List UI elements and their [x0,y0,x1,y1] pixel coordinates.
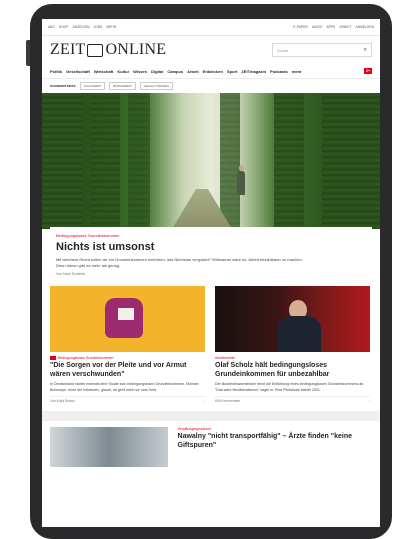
nav-item-arbeit[interactable]: Arbeit [187,69,199,74]
zeit-online-logo[interactable]: ZEIT ONLINE [50,41,166,59]
tag-chip[interactable]: Bürgerrat [109,82,136,90]
hero-image[interactable] [42,93,380,229]
tablet-frame: Abo Shop Anzeigen Jobs Mehr E-Paper Audi… [30,4,392,539]
card-kicker: Bedingungsloses Grundeinkommen [50,356,205,360]
toplink-anmelden[interactable]: Anmelden [355,25,374,29]
nav-item-mehr[interactable]: mehr [292,69,302,74]
gardener-figure [237,171,245,195]
card-byline: Von Kolja Rudzio [50,399,76,403]
search-placeholder: Suche [277,47,289,53]
top-service-bar: Abo Shop Anzeigen Jobs Mehr E-Paper Audi… [42,19,380,36]
teaser-cards: Bedingungsloses Grundeinkommen "Die Sorg… [42,280,380,403]
tablet-side-button [26,40,30,66]
hero-teaser: Mit welchem Recht sollen wir ein Grundei… [56,257,303,268]
hero-kicker: Bedingungsloses Grundeinkommen [56,233,120,238]
card-teaser: In Deutschland startet erstmals eine Stu… [50,382,199,392]
nav-item-campus[interactable]: Campus [167,69,183,74]
top-right-links: E-Paper Audio Apps Arbeit Anmelden [293,25,374,29]
nav-item-sport[interactable]: Sport [227,69,237,74]
toplink-audio[interactable]: Audio [312,25,323,29]
logo-text-online: ONLINE [105,41,167,58]
toplink-mehr[interactable]: Mehr [106,25,116,29]
browser-screen: Abo Shop Anzeigen Jobs Mehr E-Paper Audi… [42,19,380,527]
zplus-badge[interactable]: Z+ [363,68,372,74]
toplink-arbeit[interactable]: Arbeit [339,25,351,29]
comments-count[interactable]: 608 Kommentare [215,399,240,403]
teaser-card[interactable]: Bedingungsloses Grundeinkommen "Die Sorg… [50,286,205,403]
hedge-right-far [322,93,380,229]
teaser-card[interactable]: Arbeitsmarkt Olaf Scholz hält bedingungs… [215,286,370,403]
card-meta: Von Kolja Rudzio ▫ [50,396,205,403]
nav-item-entdecken[interactable]: Entdecken [203,69,223,74]
tag-chip[interactable]: Gehalt prüfen [139,82,173,90]
toplink-abo[interactable]: Abo [48,25,55,29]
card-image-illustration[interactable] [50,286,205,352]
crest-icon [87,43,104,57]
nav-item-wissen[interactable]: Wissen [133,69,147,74]
top-left-links: Abo Shop Anzeigen Jobs Mehr [48,25,116,29]
hedge-left-near [128,93,150,229]
zplus-icon [50,356,56,360]
card-image-photo[interactable] [215,286,370,352]
card-kicker: Arbeitsmarkt [215,356,370,360]
hedge-center [220,93,240,229]
search-input[interactable]: Suche ⌕ [272,43,372,57]
nav-item-zeitmagazin[interactable]: ZEITmagazin [241,69,266,74]
nav-item-podcasts[interactable]: Podcasts [270,69,288,74]
bottom-article[interactable]: Vergiftungssymptome Nawalny "nicht trans… [42,421,380,473]
search-icon[interactable]: ⌕ [364,47,367,54]
hero-headline[interactable]: Nichts ist umsonst [56,241,366,253]
card-kicker-text: Bedingungsloses Grundeinkommen [58,356,114,360]
masthead: ZEIT ONLINE Suche ⌕ [42,36,380,64]
card-meta: 608 Kommentare ▫ [215,396,370,403]
portrait-suit [277,316,321,352]
nav-item-wirtschaft[interactable]: Wirtschaft [94,69,114,74]
nav-item-digital[interactable]: Digital [151,69,163,74]
hedge-left [90,93,120,229]
card-headline[interactable]: Olaf Scholz hält bedingungsloses Grundei… [215,362,370,379]
section-divider [42,411,380,421]
card-kicker-text: Arbeitsmarkt [215,356,235,360]
main-navigation: Politik Gesellschaft Wirtschaft Kultur W… [42,64,380,79]
nav-item-gesellschaft[interactable]: Gesellschaft [66,69,90,74]
hedge-left-far [42,93,82,229]
logo-text-zeit: ZEIT [50,41,86,58]
toplink-anzeigen[interactable]: Anzeigen [72,25,89,29]
toplink-jobs[interactable]: Jobs [94,25,103,29]
bookmark-icon[interactable]: ▫ [204,399,205,403]
bookmark-icon[interactable]: ▫ [369,399,370,403]
card-headline[interactable]: "Die Sorgen vor der Pleite und vor Armut… [50,362,205,379]
tag-label: Schwerpunkte [50,84,76,88]
bottom-article-image[interactable] [50,427,168,467]
hedge-right [274,93,304,229]
bottom-article-text: Vergiftungssymptome Nawalny "nicht trans… [178,427,372,467]
purse-clasp [118,308,134,320]
toplink-epaper[interactable]: E-Paper [293,25,307,29]
toplink-apps[interactable]: Apps [326,25,335,29]
toplink-shop[interactable]: Shop [59,25,68,29]
hero-article[interactable]: Bedingungsloses Grundeinkommen Nichts is… [50,227,372,280]
bottom-headline[interactable]: Nawalny "nicht transportfähig" – Ärzte f… [178,433,372,450]
nav-item-politik[interactable]: Politik [50,69,62,74]
topic-tags: Schwerpunkte Volkswirt Bürgerrat Gehalt … [42,79,380,93]
tag-chip[interactable]: Volkswirt [79,82,106,90]
hero-byline: Von Mark Schieritz [56,272,86,276]
bottom-kicker: Vergiftungssymptome [177,427,212,431]
card-teaser: Der Bundesfinanzminister lehnt die Einfü… [215,382,365,392]
nav-item-kultur[interactable]: Kultur [117,69,129,74]
